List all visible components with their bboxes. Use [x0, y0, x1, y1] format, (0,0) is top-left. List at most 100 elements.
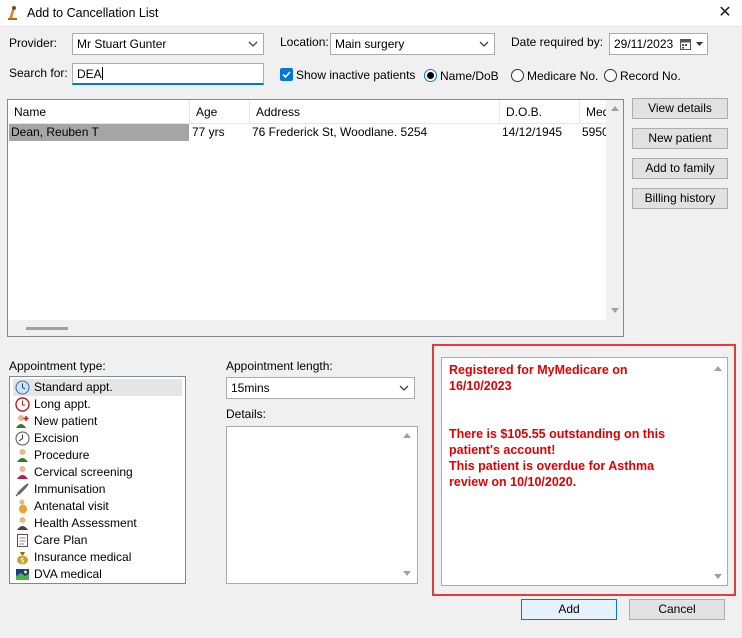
date-required-picker[interactable]: 29/11/2023	[609, 33, 708, 55]
scroll-down-icon[interactable]	[611, 308, 619, 313]
location-value: Main surgery	[335, 37, 405, 51]
cell-medicare: 5950	[582, 125, 609, 139]
list-item[interactable]: $ Insurance medical	[13, 549, 185, 566]
patient-list-horizontal-scrollbar[interactable]	[8, 320, 606, 336]
list-item-label: Antenatal visit	[34, 499, 109, 513]
billing-history-button[interactable]: Billing history	[632, 188, 728, 209]
scroll-up-icon[interactable]	[714, 366, 722, 371]
list-item[interactable]: Procedure	[13, 447, 185, 464]
list-item-label: Care Plan	[34, 533, 88, 547]
note-line: patient's account!	[449, 443, 556, 457]
horizontal-scroll-thumb[interactable]	[26, 327, 68, 330]
person-female-icon	[17, 466, 28, 479]
list-item-label: Long appt.	[34, 397, 91, 411]
view-details-button[interactable]: View details	[632, 98, 728, 119]
person-plus-icon	[16, 415, 29, 428]
check-icon	[282, 71, 291, 79]
patient-list-header: Name Age Address D.O.B. Med	[8, 100, 623, 124]
list-item[interactable]: Immunisation	[13, 481, 185, 498]
provider-label: Provider:	[9, 36, 58, 50]
chevron-down-icon	[399, 385, 409, 391]
search-input[interactable]: DEA	[72, 63, 264, 85]
list-item[interactable]: Standard appt.	[13, 379, 182, 396]
dropdown-arrow-icon[interactable]	[695, 39, 704, 48]
flag-icon	[16, 569, 29, 580]
details-label: Details:	[226, 407, 267, 421]
radio-record-no-label[interactable]: Record No.	[620, 69, 681, 83]
appointment-type-list[interactable]: Standard appt. Long appt. New patient Ex…	[9, 376, 186, 584]
new-patient-button[interactable]: New patient	[632, 128, 728, 149]
list-item-label: New patient	[34, 414, 98, 428]
list-item[interactable]: DVA medical	[13, 566, 185, 583]
close-icon[interactable]: ✕	[714, 3, 736, 23]
appointment-type-label: Appointment type:	[9, 359, 106, 373]
radio-record-no[interactable]	[604, 69, 617, 82]
show-inactive-label[interactable]: Show inactive patients	[296, 68, 415, 82]
radio-name-dob-label[interactable]: Name/DoB	[440, 69, 499, 83]
cell-age: 77 yrs	[192, 125, 225, 139]
list-item-label: Cervical screening	[34, 465, 133, 479]
long-clock-icon	[15, 397, 30, 412]
note-line: This patient is overdue for Asthma	[449, 459, 655, 473]
date-required-value: 29/11/2023	[614, 37, 674, 51]
radio-medicare-no[interactable]	[511, 69, 524, 82]
column-header-medicare[interactable]: Med	[580, 100, 608, 124]
appointment-length-select[interactable]: 15mins	[226, 377, 415, 399]
cell-name: Dean, Reuben T	[9, 124, 189, 141]
list-item[interactable]: Health Assessment	[13, 515, 185, 532]
cell-dob: 14/12/1945	[502, 125, 563, 139]
list-item[interactable]: Excision	[13, 430, 185, 447]
window-title: Add to Cancellation List	[27, 6, 159, 20]
note-line: review on 10/10/2020.	[449, 475, 577, 489]
radio-name-dob[interactable]	[424, 69, 437, 82]
list-item-label: Immunisation	[34, 482, 106, 496]
table-row[interactable]: Dean, Reuben T 77 yrs 76 Frederick St, W…	[9, 124, 609, 141]
scroll-down-icon[interactable]	[403, 571, 411, 576]
list-item[interactable]: New patient	[13, 413, 185, 430]
details-textarea[interactable]	[226, 426, 418, 584]
excision-clock-icon	[15, 431, 30, 446]
date-required-label: Date required by:	[511, 35, 604, 49]
cancel-button[interactable]: Cancel	[629, 599, 725, 620]
app-logo-icon	[8, 6, 17, 20]
provider-select[interactable]: Mr Stuart Gunter	[72, 33, 264, 55]
calendar-icon[interactable]	[680, 38, 691, 50]
text-caret	[101, 67, 103, 80]
column-header-age[interactable]: Age	[190, 100, 250, 124]
list-item[interactable]: Antenatal visit	[13, 498, 185, 515]
note-line: Registered for MyMedicare on	[449, 363, 628, 377]
patient-list-vertical-scrollbar[interactable]	[606, 100, 623, 336]
scroll-up-icon[interactable]	[611, 106, 619, 111]
radio-medicare-no-label[interactable]: Medicare No.	[527, 69, 598, 83]
money-bag-icon: $	[17, 552, 28, 565]
patient-alert-notes[interactable]: Registered for MyMedicare on 16/10/2023 …	[441, 357, 728, 586]
svg-text:$: $	[20, 557, 24, 565]
scroll-up-icon[interactable]	[403, 433, 411, 438]
list-item-label: Standard appt.	[34, 380, 113, 394]
list-item-label: Excision	[34, 431, 79, 445]
show-inactive-checkbox[interactable]	[280, 68, 293, 81]
person-icon	[17, 449, 28, 462]
pregnant-icon	[19, 499, 27, 514]
location-select[interactable]: Main surgery	[330, 33, 495, 55]
list-item-label: Insurance medical	[34, 550, 132, 564]
search-value: DEA	[77, 67, 102, 81]
column-header-name[interactable]: Name	[8, 100, 190, 124]
scroll-down-icon[interactable]	[714, 574, 722, 579]
add-button[interactable]: Add	[521, 599, 617, 620]
column-header-address[interactable]: Address	[250, 100, 500, 124]
list-item[interactable]: Long appt.	[13, 396, 185, 413]
health-person-icon	[17, 517, 28, 530]
location-label: Location:	[280, 35, 329, 49]
cell-address: 76 Frederick St, Woodlane. 5254	[252, 125, 428, 139]
title-bar: Add to Cancellation List ✕	[0, 0, 742, 27]
patient-list[interactable]: Name Age Address D.O.B. Med Dean, Reuben…	[7, 99, 624, 337]
appointment-length-value: 15mins	[231, 381, 270, 395]
column-header-dob[interactable]: D.O.B.	[500, 100, 580, 124]
list-item[interactable]: Cervical screening	[13, 464, 185, 481]
clock-icon	[15, 380, 30, 395]
chevron-down-icon	[248, 41, 258, 47]
note-line: 16/10/2023	[449, 379, 512, 393]
list-item[interactable]: Care Plan	[13, 532, 185, 549]
add-to-family-button[interactable]: Add to family	[632, 158, 728, 179]
